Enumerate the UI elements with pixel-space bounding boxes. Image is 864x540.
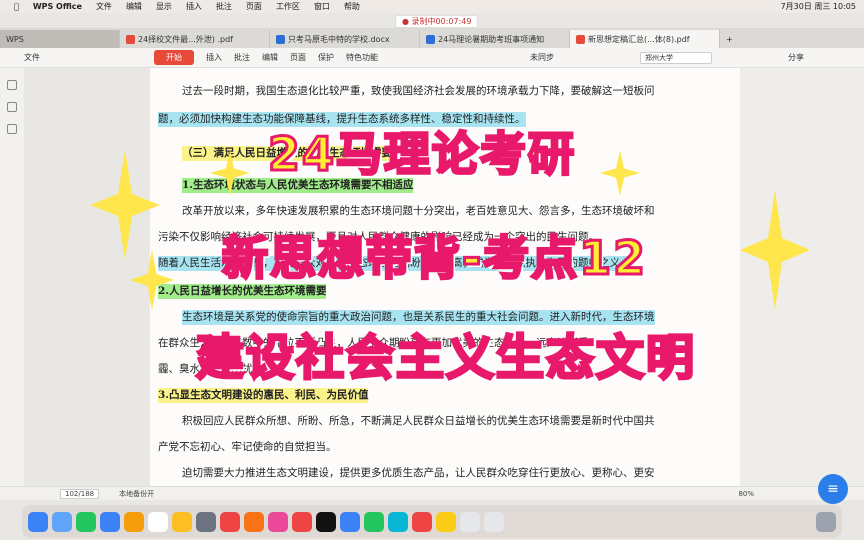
- menu-file[interactable]: 文件: [96, 1, 112, 12]
- menu-insert[interactable]: 插入: [186, 1, 202, 12]
- doc-subheading: 3.凸显生态文明建设的惠民、利民、为民价值: [158, 388, 369, 403]
- overlay-subtitle: 新思想带背-考点12: [220, 230, 648, 287]
- thumbnail-icon[interactable]: [7, 102, 17, 112]
- chat-icon[interactable]: ≡: [818, 474, 848, 504]
- tab-pdf-1[interactable]: 24择校文件最...外泄) .pdf: [120, 30, 270, 48]
- menu-comment[interactable]: 批注: [216, 1, 232, 12]
- doc-line: 积极回应人民群众所想、所盼、所急，不断满足人民群众日益增长的优美生态环境需要是新…: [182, 415, 655, 427]
- tab-wps[interactable]: WPS: [0, 30, 120, 48]
- menu-help[interactable]: 帮助: [344, 1, 360, 12]
- left-sidebar: [0, 68, 24, 486]
- window-thumbnail[interactable]: [484, 511, 504, 532]
- tab-label: WPS: [6, 34, 24, 44]
- menu-edit[interactable]: 编辑: [126, 1, 142, 12]
- recording-label: 录制中00:07:49: [411, 17, 472, 26]
- window-thumbnail[interactable]: [460, 511, 480, 532]
- menu-view[interactable]: 显示: [156, 1, 172, 12]
- share-button[interactable]: 分享: [788, 52, 804, 63]
- app-icon[interactable]: [244, 511, 264, 532]
- calendar-icon[interactable]: [148, 511, 168, 532]
- tab-edit[interactable]: 编辑: [262, 52, 278, 63]
- pdf-icon: [576, 34, 585, 44]
- recording-indicator[interactable]: ● 录制中00:07:49: [395, 15, 479, 28]
- overlay-topic: 建设社会主义生态文明: [194, 329, 697, 388]
- settings-icon[interactable]: [196, 511, 216, 532]
- tab-pdf-active[interactable]: 新思想定稿汇总(...体(8).pdf: [570, 30, 720, 48]
- notes-icon[interactable]: [172, 511, 192, 532]
- app-icon[interactable]: [340, 511, 360, 532]
- app-icon[interactable]: [388, 511, 408, 532]
- pdf-icon: [126, 34, 135, 44]
- file-menu[interactable]: 文件: [24, 52, 40, 63]
- doc-line: 迫切需要大力推进生态文明建设，提供更多优质生态产品，让人民群众吃穿住行更放心、更…: [182, 467, 655, 479]
- photos-icon[interactable]: [124, 511, 144, 532]
- apple-icon[interactable]: : [14, 2, 19, 11]
- tab-start[interactable]: 开始: [154, 50, 194, 65]
- mail-icon[interactable]: [100, 511, 120, 532]
- overlay-title: 24马理论考研: [266, 126, 577, 183]
- tab-annotate[interactable]: 批注: [234, 52, 250, 63]
- app-name[interactable]: WPS Office: [33, 2, 82, 11]
- app-icon[interactable]: [316, 511, 336, 532]
- annotation-icon[interactable]: [7, 124, 17, 134]
- doc-line: 产党不忘初心、牢记使命的自觉担当。: [158, 441, 337, 453]
- backup-status[interactable]: 本地备份开: [119, 489, 154, 499]
- finder-icon[interactable]: [28, 511, 48, 532]
- tab-label: 只考马原毛中特的学校.docx: [288, 34, 390, 44]
- app-icon[interactable]: [268, 511, 288, 532]
- tab-notice[interactable]: 24马理论暑期助考班事项通知: [420, 30, 570, 48]
- toolbar: 文件 开始 插入 批注 编辑 页面 保护 特色功能 未同步 分享: [0, 48, 864, 68]
- qq-icon[interactable]: [436, 511, 456, 532]
- doc-icon: [426, 34, 435, 44]
- dock: [22, 505, 842, 538]
- bookmark-icon[interactable]: [7, 80, 17, 90]
- music-icon[interactable]: [292, 511, 312, 532]
- search-input[interactable]: 郑州大学: [640, 52, 712, 64]
- safari-icon[interactable]: [52, 511, 72, 532]
- page-number-input[interactable]: 102/188: [60, 488, 100, 499]
- status-bar: 102/188 本地备份开 80%: [0, 486, 864, 500]
- mac-menu-bar:  WPS Office 文件 编辑 显示 插入 批注 页面 工作区 窗口 帮助…: [0, 0, 864, 13]
- zoom-level[interactable]: 80%: [738, 490, 754, 498]
- app-icon[interactable]: [412, 511, 432, 532]
- tab-label: 新思想定稿汇总(...体(8).pdf: [588, 34, 690, 44]
- tab-protect[interactable]: 保护: [318, 52, 334, 63]
- tab-label: 24马理论暑期助考班事项通知: [438, 34, 545, 44]
- wechat-icon[interactable]: [364, 511, 384, 532]
- right-panel: [740, 68, 864, 486]
- messages-icon[interactable]: [76, 511, 96, 532]
- clock[interactable]: 7月30日 周三 10:05: [781, 1, 856, 12]
- tab-insert[interactable]: 插入: [206, 52, 222, 63]
- menu-workspace[interactable]: 工作区: [276, 1, 300, 12]
- tab-features[interactable]: 特色功能: [346, 52, 378, 63]
- wps-icon[interactable]: [220, 511, 240, 532]
- doc-line: 过去一段时期，我国生态退化比较严重，致使我国经济社会发展的环境承载力下降，要破解…: [182, 85, 655, 97]
- sync-status[interactable]: 未同步: [530, 52, 554, 63]
- tab-page[interactable]: 页面: [290, 52, 306, 63]
- doc-line: 改革开放以来，多年快速发展积累的生态环境问题十分突出，老百姓意见大、怨言多，生态…: [182, 205, 655, 217]
- menu-window[interactable]: 窗口: [314, 1, 330, 12]
- doc-icon: [276, 34, 285, 44]
- menu-page[interactable]: 页面: [246, 1, 262, 12]
- tab-label: 24择校文件最...外泄) .pdf: [138, 34, 233, 44]
- trash-icon[interactable]: [816, 511, 836, 532]
- record-icon: ●: [402, 17, 412, 26]
- new-tab-button[interactable]: +: [720, 30, 740, 48]
- tab-docx[interactable]: 只考马原毛中特的学校.docx: [270, 30, 420, 48]
- tab-bar: WPS 24择校文件最...外泄) .pdf 只考马原毛中特的学校.docx 2…: [0, 28, 864, 48]
